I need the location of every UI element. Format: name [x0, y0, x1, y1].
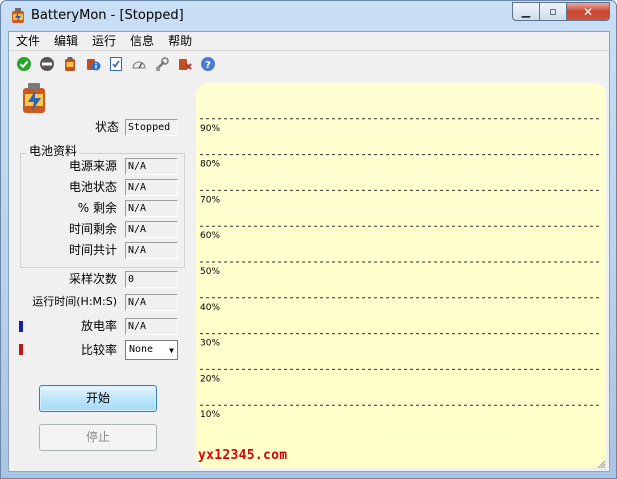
- y-tick-label-0: 90%: [200, 124, 220, 134]
- stop-icon: [39, 57, 54, 71]
- toolbar-checklist-button[interactable]: [104, 53, 127, 75]
- battery-logo-icon: [23, 83, 45, 113]
- status-label: 状态: [94, 120, 119, 134]
- discharge-rate-field: N/A: [125, 318, 178, 335]
- title-bar[interactable]: BatteryMon - [Stopped] ▁ ▫ ✕: [1, 1, 616, 31]
- compare-color-marker: [19, 344, 23, 355]
- y-tick-label-8: 10%: [200, 410, 220, 420]
- y-tick-label-1: 80%: [200, 160, 220, 170]
- compare-rate-label: 比较率: [80, 343, 117, 357]
- toolbar-battery-button[interactable]: [58, 53, 81, 75]
- menu-edit[interactable]: 编辑: [47, 32, 85, 50]
- info-panel: 状态 Stopped 电池资料 电源来源 N/A 电池状态 N/A % 剩余 N…: [9, 76, 192, 473]
- dropdown-arrow-icon: ▼: [169, 346, 174, 355]
- client-area: 文件 编辑 运行 信息 帮助 ? 状态 Stopped 电池资料 电源来源 N/…: [8, 31, 610, 472]
- minimize-icon: ▁: [521, 5, 531, 18]
- menu-help[interactable]: 帮助: [161, 32, 199, 50]
- watermark: yx12345.com: [198, 448, 288, 463]
- y-tick-label-3: 60%: [200, 231, 220, 241]
- app-battery-icon: [12, 8, 24, 23]
- chart-background: [196, 83, 606, 468]
- time-total-field: N/A: [125, 242, 178, 259]
- discharge-rate-label: 放电率: [80, 319, 117, 333]
- help-icon: ?: [200, 57, 215, 71]
- maximize-button[interactable]: ▫: [539, 2, 566, 21]
- gauge-icon: [131, 61, 146, 69]
- battery-status-label: 电池状态: [68, 180, 117, 194]
- samples-field: 0: [125, 271, 178, 288]
- stop-button[interactable]: 停止: [39, 424, 157, 451]
- runtime-field: N/A: [125, 294, 178, 311]
- samples-label: 采样次数: [68, 272, 117, 286]
- minimize-button[interactable]: ▁: [512, 2, 539, 21]
- toolbar-help-button[interactable]: ?: [196, 53, 219, 75]
- y-tick-label-5: 40%: [200, 303, 220, 313]
- compare-rate-select[interactable]: None ▼: [125, 340, 178, 360]
- battery-chart: 90% 80% 70% 60% 50% 40% 30% 20% 10%: [196, 83, 606, 468]
- resize-grip-icon[interactable]: [596, 458, 606, 469]
- battery-icon: [64, 57, 75, 71]
- toolbar: ?: [9, 52, 609, 76]
- time-remaining-label: 时间剩余: [68, 222, 117, 236]
- close-icon: ✕: [582, 4, 594, 19]
- y-tick-label-7: 20%: [200, 374, 220, 384]
- toolbar-stop-button[interactable]: [35, 53, 58, 75]
- battery-chart-svg: 90% 80% 70% 60% 50% 40% 30% 20% 10%: [196, 83, 606, 468]
- y-tick-label-2: 70%: [200, 195, 220, 205]
- info-icon: [86, 59, 100, 71]
- toolbar-tools-button[interactable]: [150, 53, 173, 75]
- start-check-icon: [16, 57, 31, 71]
- maximize-icon: ▫: [549, 5, 557, 18]
- menu-bar: 文件 编辑 运行 信息 帮助: [9, 32, 609, 51]
- percent-remaining-field: N/A: [125, 200, 178, 217]
- toolbar-battery-remove-button[interactable]: [173, 53, 196, 75]
- y-tick-label-4: 50%: [200, 267, 220, 277]
- tools-icon: [155, 57, 169, 71]
- power-source-field: N/A: [125, 158, 178, 175]
- toolbar-info-button[interactable]: [81, 53, 104, 75]
- close-button[interactable]: ✕: [566, 2, 610, 21]
- svg-text:?: ?: [205, 60, 211, 71]
- menu-run[interactable]: 运行: [85, 32, 123, 50]
- window-controls: ▁ ▫ ✕: [512, 2, 610, 21]
- percent-remaining-label: % 剩余: [77, 201, 117, 215]
- app-window: BatteryMon - [Stopped] ▁ ▫ ✕ 文件 编辑 运行 信息…: [0, 0, 617, 479]
- runtime-label: 运行时间(H:M:S): [32, 295, 117, 308]
- y-tick-label-6: 30%: [200, 339, 220, 349]
- power-source-label: 电源来源: [68, 159, 117, 173]
- start-button[interactable]: 开始: [39, 385, 157, 412]
- toolbar-start-button[interactable]: [12, 53, 35, 75]
- time-remaining-field: N/A: [125, 221, 178, 238]
- checklist-icon: [109, 57, 122, 71]
- battery-status-field: N/A: [125, 179, 178, 196]
- battery-info-title: 电池资料: [27, 144, 80, 158]
- menu-file[interactable]: 文件: [9, 32, 47, 50]
- window-title: BatteryMon - [Stopped]: [31, 8, 184, 23]
- time-total-label: 时间共计: [68, 243, 117, 257]
- menu-info[interactable]: 信息: [123, 32, 161, 50]
- status-field: Stopped: [125, 119, 178, 136]
- compare-rate-value: None: [129, 344, 154, 355]
- battery-remove-icon: [178, 59, 192, 70]
- discharge-color-marker: [19, 321, 23, 332]
- toolbar-gauge-button[interactable]: [127, 53, 150, 75]
